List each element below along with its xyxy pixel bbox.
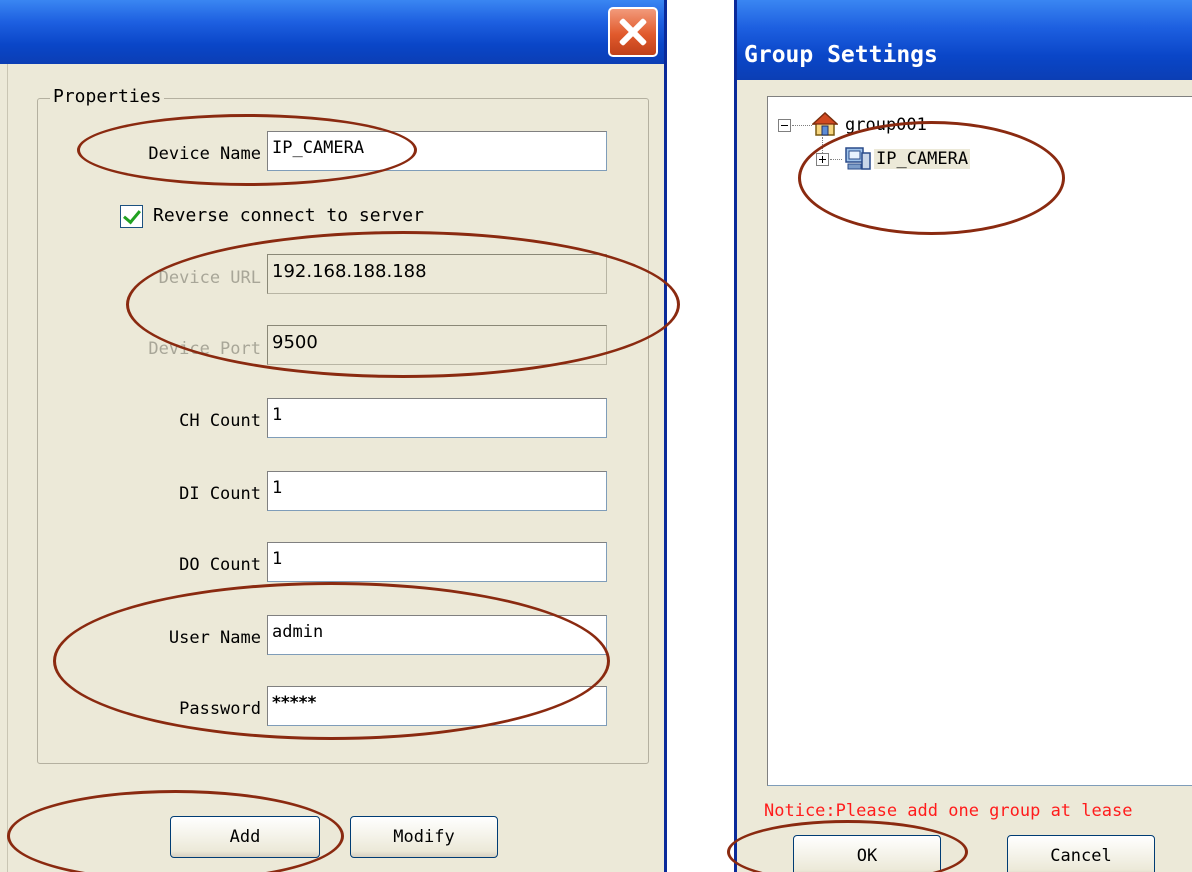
tree-connector [792, 125, 812, 126]
add-button[interactable]: Add [170, 816, 320, 858]
di-count-label: DI Count [179, 484, 261, 504]
user-name-label: User Name [168, 628, 261, 648]
device-port-field[interactable]: 9500 [267, 325, 607, 365]
device-port-label: Device Port [148, 339, 261, 359]
window-edge [0, 64, 8, 872]
home-icon [812, 111, 838, 136]
reverse-connect-label[interactable]: Reverse connect to server [153, 205, 424, 226]
notice-text: Notice:Please add one group at lease [764, 801, 1133, 821]
group-tree[interactable]: group001 IP_CAMERA [767, 96, 1192, 786]
tree-connector [830, 159, 842, 160]
modify-button[interactable]: Modify [350, 816, 498, 858]
group-settings-title: Group Settings [744, 42, 938, 68]
group-settings-dialog: Group Settings group001 IP_CAMERA Notice… [734, 0, 1192, 872]
properties-groupbox-title: Properties [50, 86, 165, 107]
device-url-label: Device URL [158, 268, 261, 288]
group-title-bar[interactable] [737, 0, 1192, 80]
expand-icon[interactable] [816, 153, 829, 166]
device-url-field[interactable]: 192.168.188.188 [267, 254, 607, 294]
cancel-button[interactable]: Cancel [1007, 835, 1155, 872]
do-count-field[interactable]: 1 [267, 542, 607, 582]
password-field[interactable]: ***** [267, 686, 607, 726]
device-name-label: Device Name [148, 144, 261, 164]
user-name-field[interactable]: admin [267, 615, 607, 655]
device-name-field[interactable]: IP_CAMERA [267, 131, 607, 171]
tree-child-label[interactable]: IP_CAMERA [874, 149, 971, 169]
ch-count-label: CH Count [179, 411, 261, 431]
di-count-field[interactable]: 1 [267, 471, 607, 511]
tree-root-label[interactable]: group001 [845, 115, 927, 135]
collapse-icon[interactable] [778, 119, 791, 132]
do-count-label: DO Count [179, 555, 261, 575]
close-icon[interactable] [608, 7, 658, 57]
reverse-connect-checkbox[interactable] [120, 205, 143, 228]
title-bar[interactable] [0, 0, 664, 64]
ch-count-field[interactable]: 1 [267, 398, 607, 438]
device-properties-dialog: Properties Device Name IP_CAMERA Reverse… [0, 0, 667, 872]
ok-button[interactable]: OK [793, 835, 941, 872]
password-label: Password [179, 699, 261, 719]
device-icon [845, 147, 871, 170]
